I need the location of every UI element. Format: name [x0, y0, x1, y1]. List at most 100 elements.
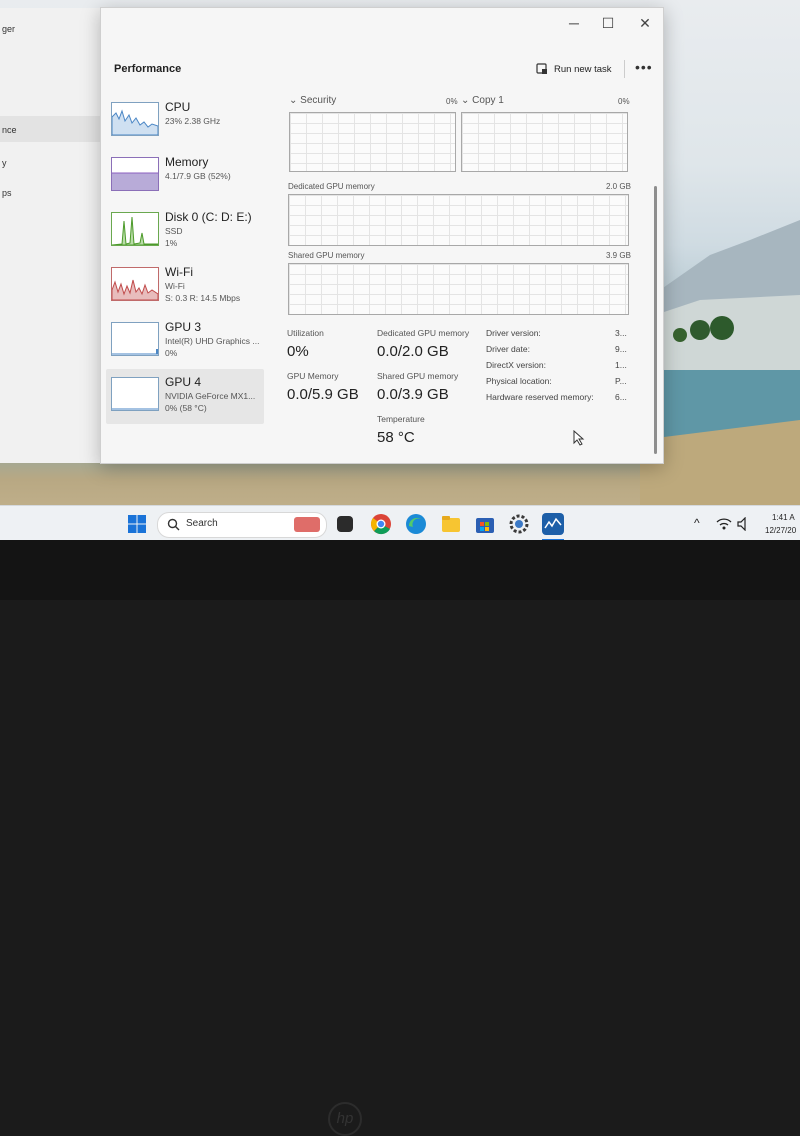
disk-thumbnail-graph — [111, 212, 159, 246]
temperature-value: 58 °C — [377, 429, 415, 446]
background-nav-item[interactable]: nce — [2, 125, 17, 135]
run-task-icon — [536, 63, 547, 74]
device-name: GPU 3 — [165, 320, 202, 334]
dedicated-memory-value: 0.0/2.0 GB — [377, 343, 449, 360]
device-detail: 23% 2.38 GHz — [165, 116, 221, 126]
utilization-value: 0% — [287, 343, 309, 360]
directx-version-value: 1... — [615, 360, 627, 370]
microsoft-store-icon[interactable] — [474, 513, 496, 535]
directx-version-label: DirectX version: — [486, 360, 546, 370]
run-new-task-button[interactable]: Run new task — [536, 59, 612, 79]
shared-graph-max: 3.9 GB — [606, 251, 631, 260]
hp-logo-text: hp — [336, 1110, 354, 1127]
engine-selector-security[interactable]: ⌄ Security — [289, 95, 336, 106]
clock-date[interactable]: 12/27/20 — [765, 526, 796, 535]
engine-selector-copy1[interactable]: ⌄ Copy 1 — [461, 95, 504, 106]
scrollbar[interactable] — [654, 186, 657, 454]
device-item-memory[interactable]: Memory 4.1/7.9 GB (52%) — [106, 149, 264, 204]
background-nav-item[interactable]: ps — [2, 188, 12, 198]
wifi-icon[interactable] — [716, 517, 732, 531]
taskbar-search-box[interactable]: Search — [157, 512, 327, 538]
engine-percent: 0% — [618, 97, 630, 106]
gpu-memory-label: GPU Memory — [287, 371, 339, 381]
device-name: Disk 0 (C: D: E:) — [165, 210, 252, 224]
search-highlight-icon — [294, 517, 320, 532]
chevron-down-icon: ⌄ — [461, 95, 470, 106]
device-name: GPU 4 — [165, 375, 202, 389]
task-manager-icon[interactable] — [542, 513, 564, 535]
physical-location-label: Physical location: — [486, 376, 552, 386]
header-divider — [624, 60, 625, 78]
device-detail: 1% — [165, 238, 178, 248]
task-manager-window: ─ ☐ ✕ Performance Run new task ••• CPU 2… — [100, 7, 664, 464]
wifi-thumbnail-graph — [111, 267, 159, 301]
device-detail: Wi-Fi — [165, 281, 185, 291]
clock-time[interactable]: 1:41 A — [772, 513, 795, 522]
laptop-bezel: hp — [0, 540, 800, 1136]
task-view-icon[interactable] — [337, 516, 353, 532]
security-engine-graph — [289, 112, 456, 172]
device-name: Wi-Fi — [165, 265, 193, 279]
device-detail: 0% (58 °C) — [165, 403, 207, 413]
device-item-disk[interactable]: Disk 0 (C: D: E:) SSD 1% — [106, 204, 264, 259]
memory-thumbnail-graph — [111, 157, 159, 191]
dedicated-graph-max: 2.0 GB — [606, 182, 631, 191]
gpu4-thumbnail-graph — [111, 377, 159, 411]
copy1-engine-graph — [461, 112, 628, 172]
driver-version-value: 3... — [615, 328, 627, 338]
device-item-cpu[interactable]: CPU 23% 2.38 GHz — [106, 94, 264, 149]
search-label: Search — [186, 518, 218, 529]
hardware-reserved-memory-value: 6... — [615, 392, 627, 402]
shared-memory-value: 0.0/3.9 GB — [377, 386, 449, 403]
windows-start-icon[interactable] — [126, 513, 148, 535]
hardware-reserved-memory-label: Hardware reserved memory: — [486, 392, 594, 402]
temperature-label: Temperature — [377, 414, 425, 424]
shared-memory-graph — [288, 263, 629, 315]
page-title: Performance — [114, 63, 182, 75]
run-new-task-label: Run new task — [554, 63, 612, 75]
background-window: ger nce y ps — [0, 8, 111, 463]
mouse-cursor-icon — [573, 430, 585, 446]
edge-icon[interactable] — [405, 513, 427, 535]
device-detail: Intel(R) UHD Graphics ... — [165, 336, 260, 346]
cpu-thumbnail-graph — [111, 102, 159, 136]
title-bar[interactable]: ─ ☐ ✕ — [101, 8, 663, 44]
device-detail: 4.1/7.9 GB (52%) — [165, 171, 231, 181]
settings-gear-icon[interactable] — [508, 513, 530, 535]
chevron-up-icon[interactable]: ^ — [694, 516, 700, 530]
engine-name: Security — [300, 95, 337, 106]
engine-percent: 0% — [446, 97, 458, 106]
file-explorer-icon[interactable] — [440, 513, 462, 535]
device-detail: 0% — [165, 348, 178, 358]
wallpaper-landscape — [640, 220, 800, 530]
minimize-button[interactable]: ─ — [560, 12, 588, 34]
utilization-label: Utilization — [287, 328, 324, 338]
hp-logo: hp — [328, 1102, 362, 1136]
gpu-memory-value: 0.0/5.9 GB — [287, 386, 359, 403]
background-window-title: ger — [2, 24, 16, 34]
device-name: Memory — [165, 155, 209, 169]
device-item-wifi[interactable]: Wi-Fi Wi-Fi S: 0.3 R: 14.5 Mbps — [106, 259, 264, 314]
dedicated-memory-label: Dedicated GPU memory — [377, 328, 470, 338]
device-item-gpu4[interactable]: GPU 4 NVIDIA GeForce MX1... 0% (58 °C) — [106, 369, 264, 424]
device-detail: NVIDIA GeForce MX1... — [165, 391, 256, 401]
more-options-icon[interactable]: ••• — [635, 59, 653, 75]
close-button[interactable]: ✕ — [631, 12, 659, 34]
driver-date-label: Driver date: — [486, 344, 530, 354]
device-name: CPU — [165, 100, 191, 114]
search-icon — [167, 518, 180, 531]
background-nav-item[interactable]: y — [2, 158, 7, 168]
chevron-down-icon: ⌄ — [289, 95, 298, 106]
device-detail: SSD — [165, 226, 183, 236]
page-header: Performance Run new task ••• — [101, 54, 663, 84]
chrome-icon[interactable] — [370, 513, 392, 535]
maximize-button[interactable]: ☐ — [594, 12, 622, 34]
gpu-details-panel: ⌄ Security 0% ⌄ Copy 1 0% Dedicated GPU … — [284, 94, 634, 454]
device-list: CPU 23% 2.38 GHz Memory 4.1/7.9 GB (52%)… — [106, 94, 264, 424]
gpu3-thumbnail-graph — [111, 322, 159, 356]
dedicated-memory-graph — [288, 194, 629, 246]
device-item-gpu3[interactable]: GPU 3 Intel(R) UHD Graphics ... 0% — [106, 314, 264, 369]
volume-icon[interactable] — [737, 517, 749, 531]
shared-graph-label: Shared GPU memory — [288, 251, 365, 260]
physical-location-value: P... — [615, 376, 627, 386]
